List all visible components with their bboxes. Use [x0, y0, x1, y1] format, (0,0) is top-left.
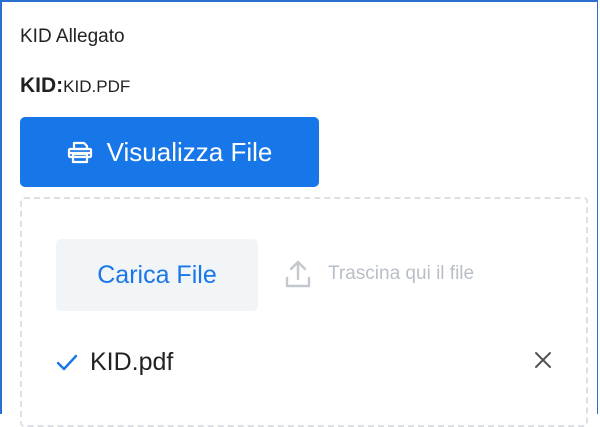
kid-filename: KID.PDF	[63, 77, 131, 96]
drop-hint-text: Trascina qui il file	[328, 263, 475, 284]
upload-file-button[interactable]: Carica File	[56, 239, 258, 311]
upload-icon	[284, 259, 312, 289]
view-file-button[interactable]: Visualizza File	[20, 117, 319, 187]
panel-frame: KID Allegato KID:KID.PDF Visualizza File…	[0, 0, 598, 427]
file-dropzone[interactable]: Carica File Trascina qui il file KID.pdf	[20, 197, 588, 427]
uploaded-file-item[interactable]: KID.pdf	[56, 337, 566, 387]
kid-info: KID:KID.PDF	[20, 74, 130, 98]
kid-label: KID:	[20, 74, 64, 97]
drop-hint: Trascina qui il file	[284, 259, 474, 289]
uploaded-file-name: KID.pdf	[90, 347, 174, 376]
close-icon[interactable]	[530, 347, 556, 373]
section-title: KID Allegato	[20, 26, 125, 47]
check-icon	[56, 353, 78, 371]
printer-icon	[67, 140, 93, 164]
view-file-label: Visualizza File	[106, 136, 273, 167]
